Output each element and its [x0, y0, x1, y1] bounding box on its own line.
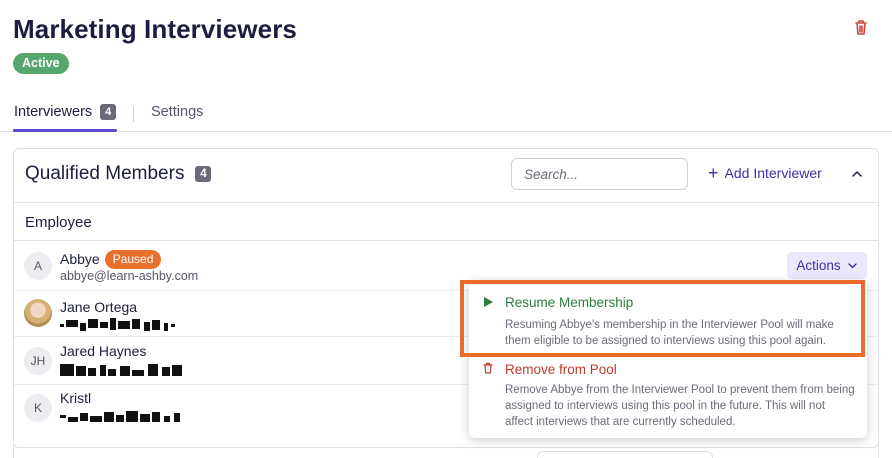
- actions-button[interactable]: Actions: [787, 252, 867, 279]
- tab-label: Settings: [151, 104, 204, 120]
- add-interviewer-label: Add Interviewer: [724, 165, 822, 181]
- avatar: A: [24, 252, 52, 280]
- member-name-text: Abbye: [60, 251, 100, 267]
- tab-label: Interviewers: [14, 104, 93, 120]
- actions-label: Actions: [796, 258, 841, 273]
- redacted-email: [60, 411, 180, 422]
- section-title: Qualified Members: [25, 163, 185, 184]
- page-title: Marketing Interviewers: [13, 14, 297, 44]
- avatar: JH: [24, 347, 52, 375]
- count-badge: 4: [195, 166, 212, 182]
- trash-icon: [483, 362, 493, 374]
- avatar: [24, 299, 52, 327]
- remove-from-pool-item[interactable]: Remove from Pool Remove Abbye from the I…: [469, 357, 867, 438]
- redacted-email: [60, 364, 182, 376]
- card-title: Qualified Members 4: [25, 163, 212, 185]
- tab-divider: [133, 106, 134, 122]
- column-header: Employee: [14, 203, 878, 241]
- actions-menu: Resume Membership Resuming Abbye's membe…: [469, 281, 867, 438]
- resume-membership-description: Resuming Abbye's membership in the Inter…: [505, 319, 834, 347]
- play-icon: [484, 297, 493, 307]
- remove-from-pool-label: Remove from Pool: [505, 362, 617, 377]
- next-card-input[interactable]: [537, 451, 713, 458]
- resume-membership-label: Resume Membership: [505, 295, 634, 310]
- member-name: Abbye Paused: [60, 250, 162, 269]
- trash-icon[interactable]: [852, 18, 870, 36]
- tab-interviewers[interactable]: Interviewers 4: [14, 104, 117, 120]
- column-header-label: Employee: [25, 214, 92, 231]
- remove-from-pool-description: Remove Abbye from the Interviewer Pool t…: [505, 384, 855, 428]
- chevron-up-icon[interactable]: [849, 166, 865, 182]
- count-badge: 4: [100, 104, 117, 120]
- status-badge: Active: [13, 53, 69, 74]
- plus-icon: +: [708, 163, 719, 183]
- member-name: Jared Haynes: [60, 343, 147, 359]
- member-name: Kristl: [60, 390, 92, 406]
- tab-bar: Interviewers 4 Settings: [0, 100, 892, 132]
- member-email: abbye@learn-ashby.com: [60, 269, 199, 283]
- avatar: K: [24, 394, 52, 422]
- card-header: Qualified Members 4 + Add Interviewer: [14, 149, 878, 203]
- paused-badge: Paused: [104, 250, 162, 269]
- chevron-down-icon: [847, 263, 857, 269]
- redacted-email: [60, 318, 175, 331]
- tab-settings[interactable]: Settings: [151, 104, 203, 120]
- resume-membership-item[interactable]: Resume Membership Resuming Abbye's membe…: [469, 281, 867, 354]
- member-name: Jane Ortega: [60, 299, 138, 315]
- search-input[interactable]: [511, 158, 688, 190]
- active-tab-indicator: [13, 129, 117, 132]
- add-interviewer-button[interactable]: + Add Interviewer: [708, 163, 822, 183]
